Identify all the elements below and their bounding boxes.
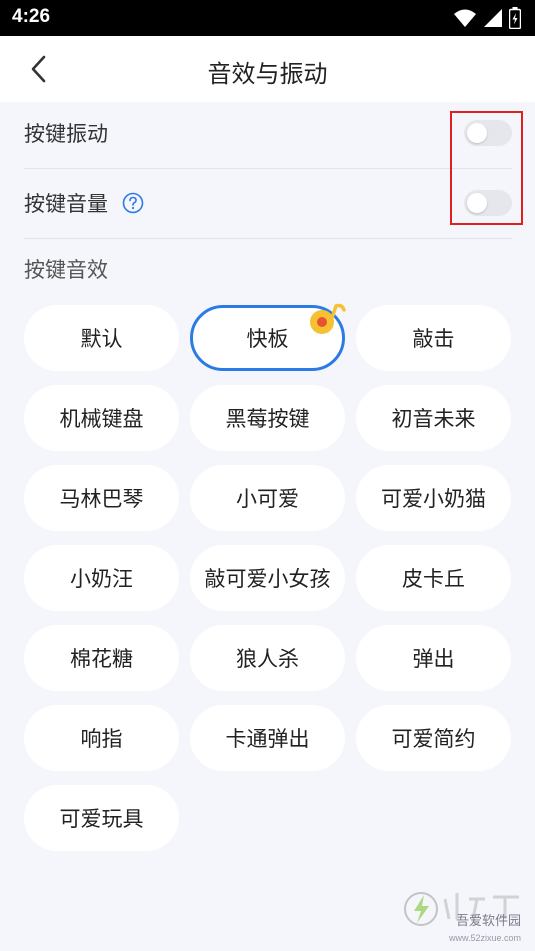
sound-chip-label: 卡通弹出 [225,727,310,751]
key-vibration-label: 按键振动 [24,122,108,146]
battery-icon [509,7,521,29]
wifi-icon [454,9,476,27]
sound-chip-label: 快板 [246,327,289,351]
sound-chip-label: 狼人杀 [236,647,299,671]
sound-chip-label: 黑莓按键 [225,407,310,431]
sound-chip[interactable]: 敲可爱小女孩 [190,545,345,611]
sound-chip-label: 机械键盘 [59,407,144,431]
sound-chip[interactable]: 黑莓按键 [190,385,345,451]
highlight-annotation-box [450,111,523,225]
watermark-logo: 吾爱软件园 www.52zixue.com [399,869,529,949]
sound-chip[interactable]: 响指 [24,705,179,771]
sound-chip[interactable]: 弹出 [356,625,511,691]
watermark-text: 吾爱软件园 [455,914,521,929]
status-time: 4:26 [12,6,51,27]
sound-chip[interactable]: 狼人杀 [190,625,345,691]
watermark-url: www.52zixue.com [448,933,521,943]
signal-icon [484,9,502,27]
help-icon[interactable] [122,192,144,214]
sound-chip-label: 弹出 [412,647,455,671]
sound-chip-label: 马林巴琴 [59,487,144,511]
sound-chip-label: 小奶汪 [70,567,133,591]
sound-chip-label: 敲可爱小女孩 [204,567,331,591]
sound-chip-label: 皮卡丘 [402,567,465,591]
key-volume-label: 按键音量 [24,192,108,216]
status-bar: 4:26 [0,0,535,36]
sound-chip[interactable]: 小可爱 [190,465,345,531]
sound-chip-label: 可爱简约 [391,727,476,751]
sound-chip[interactable]: 马林巴琴 [24,465,179,531]
setting-row-key-vibration: 按键振动 [24,99,512,167]
sound-chip[interactable]: 皮卡丘 [356,545,511,611]
sound-chip[interactable]: 可爱小奶猫 [356,465,511,531]
sound-chip[interactable]: 初音未来 [356,385,511,451]
sound-chip[interactable]: 可爱玩具 [24,785,179,851]
page-title: 音效与振动 [207,60,328,88]
sound-chip-label: 敲击 [412,327,455,351]
sound-chip[interactable]: 可爱简约 [356,705,511,771]
music-note-icon [310,303,346,334]
nav-bar: 音效与振动 [0,36,535,102]
sound-chip-label: 可爱玩具 [59,807,144,831]
sound-chip-label: 棉花糖 [70,647,133,671]
setting-row-key-volume: 按键音量 [24,169,512,237]
sound-chip[interactable]: 卡通弹出 [190,705,345,771]
sound-chip[interactable]: 快板 [190,303,346,371]
status-icons [453,7,521,29]
divider [24,238,512,239]
sound-chip-grid: 默认 快板 敲击机械键盘 黑莓按键 初音未来马林巴琴 小可爱 可爱小奶猫小奶汪 敲可爱小女孩 皮… [24,303,512,851]
sound-chip-label: 响指 [80,727,123,751]
sound-chip-label: 小可爱 [236,487,299,511]
sound-chip-label: 初音未来 [391,407,476,431]
section-title: 按键音效 [24,258,108,282]
sound-chip[interactable]: 小奶汪 [24,545,179,611]
sound-chip[interactable]: 敲击 [356,305,511,371]
sound-chip-label: 可爱小奶猫 [381,487,486,511]
sound-chip[interactable]: 默认 [24,305,179,371]
sound-chip-label: 默认 [80,327,123,351]
sound-chip[interactable]: 机械键盘 [24,385,179,451]
sound-chip[interactable]: 棉花糖 [24,625,179,691]
